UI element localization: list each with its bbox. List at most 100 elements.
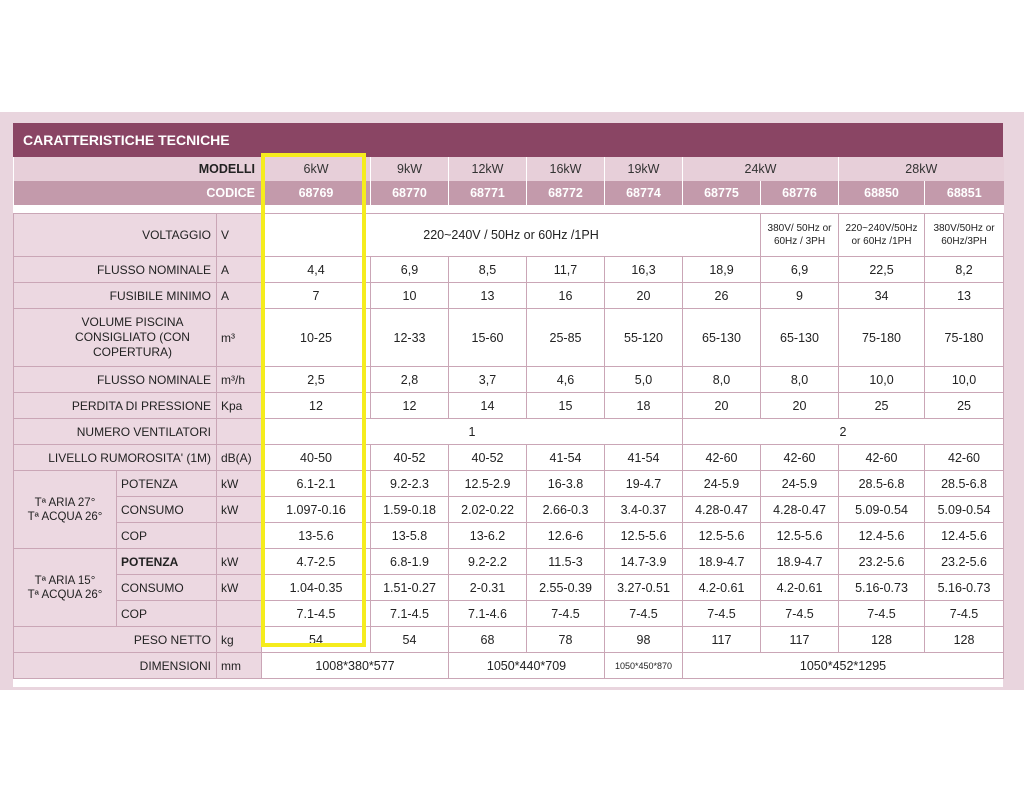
value-cell: 10-25 <box>261 308 371 367</box>
value-cell: 2.02-0.22 <box>448 496 527 523</box>
value-cell: 20 <box>604 282 683 309</box>
row-unit: V <box>216 213 262 257</box>
value-cell: 20 <box>759 392 840 419</box>
row-flusso-nominale-a: FLUSSO NOMINALE A 4,4 6,9 8,5 11,7 16,3 … <box>13 256 1005 283</box>
row-cond1-consumo: CONSUMO kW 1.097-0.16 1.59-0.18 2.02-0.2… <box>14 496 1005 523</box>
row-unit <box>216 418 262 445</box>
row-unit: mm <box>216 652 262 679</box>
condition-line: Tª ARIA 15° <box>34 574 96 587</box>
value-cell: 8,0 <box>682 366 761 393</box>
row-label: VOLTAGGIO <box>13 213 217 257</box>
value-cell: 4.2-0.61 <box>759 574 840 601</box>
row-unit: dB(A) <box>216 444 262 471</box>
value-cell: 6.8-1.9 <box>370 548 449 575</box>
value-cell: 16 <box>526 282 605 309</box>
value-cell: 55-120 <box>604 308 683 367</box>
row-dimensioni: DIMENSIONI mm 1008*380*577 1050*440*709 … <box>13 652 1005 679</box>
value-cell: 5.16-0.73 <box>838 574 926 601</box>
value-cell: 16-3.8 <box>526 470 605 497</box>
value-cell: 128 <box>924 626 1005 653</box>
value-cell: 12.5-2.9 <box>448 470 527 497</box>
code-cell: 68775 <box>682 181 761 205</box>
value-cell: 7-4.5 <box>759 600 840 627</box>
value-cell: 78 <box>526 626 605 653</box>
value-cell: 2,8 <box>370 366 449 393</box>
sub-label: POTENZA <box>116 470 217 497</box>
value-cell: 28.5-6.8 <box>924 470 1005 497</box>
value-cell: 6,9 <box>370 256 449 283</box>
value-cell: 1 <box>261 418 683 445</box>
value-cell: 98 <box>604 626 683 653</box>
value-cell: 13-6.2 <box>448 522 527 549</box>
value-cell: 42-60 <box>838 444 926 471</box>
code-cell: 68770 <box>370 181 449 205</box>
value-cell: 2,5 <box>261 366 371 393</box>
value-cell: 18 <box>604 392 683 419</box>
value-cell: 4,4 <box>261 256 371 283</box>
value-cell: 7-4.5 <box>838 600 926 627</box>
value-cell: 10,0 <box>838 366 926 393</box>
row-rumorosita: LIVELLO RUMOROSITA' (1M) dB(A) 40-50 40-… <box>13 444 1005 471</box>
condition-line: Tª ACQUA 26° <box>27 588 103 601</box>
row-label: FLUSSO NOMINALE <box>13 366 217 393</box>
value-cell: 117 <box>682 626 761 653</box>
value-cell: 24-5.9 <box>759 470 840 497</box>
value-cell: 14 <box>448 392 527 419</box>
value-cell: 4,6 <box>526 366 605 393</box>
value-cell: 16,3 <box>604 256 683 283</box>
value-cell: 54 <box>261 626 371 653</box>
model-cell: 19kW <box>604 157 683 181</box>
sub-label: COP <box>116 600 217 627</box>
value-cell: 54 <box>370 626 449 653</box>
row-ventilatori: NUMERO VENTILATORI 1 2 <box>13 418 1005 445</box>
value-cell: 9.2-2.2 <box>448 548 527 575</box>
spacer-row <box>13 205 1004 214</box>
spec-sheet: CARATTERISTICHE TECNICHE MODELLI 6kW 9kW… <box>13 123 1005 687</box>
voltage-value: 220~240V / 50Hz or 60Hz /1PH <box>261 213 761 257</box>
value-cell: 13-5.8 <box>370 522 449 549</box>
value-cell: 5,0 <box>604 366 683 393</box>
voltage-value: 220~240V/50Hz or 60Hz /1PH <box>838 213 926 257</box>
value-cell: 22,5 <box>838 256 926 283</box>
row-cond1-potenza: Tª ARIA 27° Tª ACQUA 26° POTENZA kW 6.1-… <box>13 470 1005 549</box>
row-label: FLUSSO NOMINALE <box>13 256 217 283</box>
value-cell: 12.4-5.6 <box>838 522 926 549</box>
value-cell: 1.04-0.35 <box>261 574 371 601</box>
voltage-value: 380V/ 50Hz or 60Hz / 3PH <box>759 213 840 257</box>
value-cell: 4.28-0.47 <box>759 496 840 523</box>
value-cell: 3.27-0.51 <box>604 574 683 601</box>
row-unit: kW <box>216 574 262 601</box>
value-cell: 75-180 <box>838 308 926 367</box>
row-unit: kW <box>216 548 262 575</box>
models-row: MODELLI 6kW 9kW 12kW 16kW 19kW 24kW 28kW <box>13 157 1004 181</box>
row-label: DIMENSIONI <box>13 652 217 679</box>
code-cell: 68850 <box>838 181 925 205</box>
code-cell: 68772 <box>526 181 605 205</box>
value-cell: 25 <box>838 392 926 419</box>
row-label: VOLUME PISCINA CONSIGLIATO (CON COPERTUR… <box>13 308 217 367</box>
row-label: NUMERO VENTILATORI <box>13 418 217 445</box>
value-cell: 19-4.7 <box>604 470 683 497</box>
value-cell: 13-5.6 <box>261 522 371 549</box>
condition-label-15: Tª ARIA 15° Tª ACQUA 26° <box>13 548 117 627</box>
specs-table: MODELLI 6kW 9kW 12kW 16kW 19kW 24kW 28kW… <box>13 157 1005 679</box>
value-cell: 23.2-5.6 <box>924 548 1005 575</box>
value-cell: 5.09-0.54 <box>924 496 1005 523</box>
value-cell: 4.28-0.47 <box>682 496 761 523</box>
value-cell: 13 <box>448 282 527 309</box>
value-cell: 2.66-0.3 <box>526 496 605 523</box>
value-cell: 12-33 <box>370 308 449 367</box>
value-cell: 14.7-3.9 <box>604 548 683 575</box>
value-cell: 5.09-0.54 <box>838 496 926 523</box>
value-cell: 7-4.5 <box>682 600 761 627</box>
code-cell: 68851 <box>924 181 1004 205</box>
value-cell: 7.1-4.5 <box>370 600 449 627</box>
value-cell: 15 <box>526 392 605 419</box>
value-cell: 12.5-5.6 <box>759 522 840 549</box>
value-cell: 40-50 <box>261 444 371 471</box>
row-unit: A <box>216 256 262 283</box>
value-cell: 12.5-5.6 <box>604 522 683 549</box>
value-cell: 20 <box>682 392 761 419</box>
value-cell: 4.7-2.5 <box>261 548 371 575</box>
value-cell: 26 <box>682 282 761 309</box>
